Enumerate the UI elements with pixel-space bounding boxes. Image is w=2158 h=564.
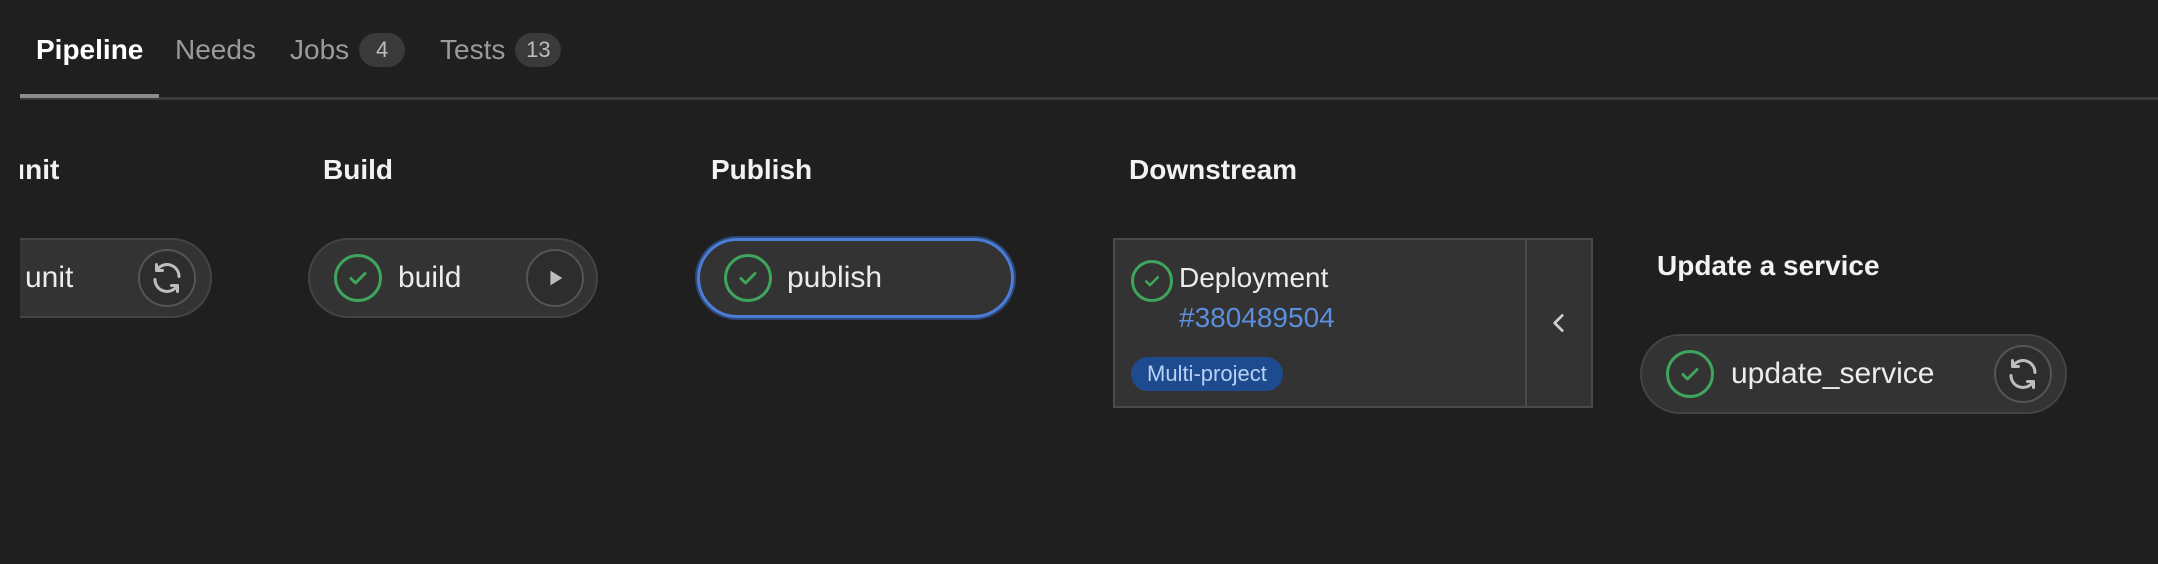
job-publish[interactable]: publish <box>697 238 1014 318</box>
job-build[interactable]: build <box>308 238 598 318</box>
job-unit-label: unit <box>25 261 74 294</box>
job-build-label: build <box>398 261 462 294</box>
retry-icon[interactable] <box>1994 345 2052 403</box>
jobs-count-badge: 4 <box>359 33 406 67</box>
downstream-project-name: Deployment <box>1179 262 1329 293</box>
tabs-divider <box>20 97 2158 100</box>
tab-jobs[interactable]: Jobs 4 <box>290 30 406 70</box>
tab-needs[interactable]: Needs <box>175 30 256 70</box>
job-unit[interactable]: unit <box>0 238 212 318</box>
retry-icon[interactable] <box>138 249 196 307</box>
check-circle-icon <box>724 254 772 302</box>
play-icon[interactable] <box>526 249 584 307</box>
tab-pipeline-label: Pipeline <box>36 34 144 65</box>
tab-jobs-label: Jobs <box>290 34 350 65</box>
tab-needs-label: Needs <box>175 34 256 65</box>
job-update-service-label: update_service <box>1731 357 1935 390</box>
tab-pipeline[interactable]: Pipeline <box>36 30 143 70</box>
stage-title-downstream: Downstream <box>1129 154 1298 185</box>
check-circle-icon <box>1666 350 1714 398</box>
stage-title-update-service: Update a service <box>1657 250 1880 281</box>
check-circle-icon <box>334 254 382 302</box>
viewport-edge-mask <box>0 110 20 350</box>
active-tab-indicator <box>20 94 159 98</box>
tab-tests-label: Tests <box>440 34 506 65</box>
stage-title-publish: Publish <box>711 154 813 185</box>
downstream-pipeline-link[interactable]: #380489504 <box>1179 302 1335 334</box>
job-update-service[interactable]: update_service <box>1640 334 2067 414</box>
tests-count-badge: 13 <box>515 33 562 67</box>
downstream-pipeline-card: Deployment #380489504 Multi-project <box>1113 238 1593 408</box>
stage-title-build: Build <box>323 154 393 185</box>
multi-project-badge: Multi-project <box>1131 357 1283 391</box>
tab-tests[interactable]: Tests 13 <box>440 30 562 70</box>
expand-downstream-button[interactable] <box>1527 240 1591 406</box>
chevron-left-icon <box>1553 314 1564 332</box>
check-circle-icon <box>1131 260 1173 302</box>
job-publish-label: publish <box>787 261 883 294</box>
